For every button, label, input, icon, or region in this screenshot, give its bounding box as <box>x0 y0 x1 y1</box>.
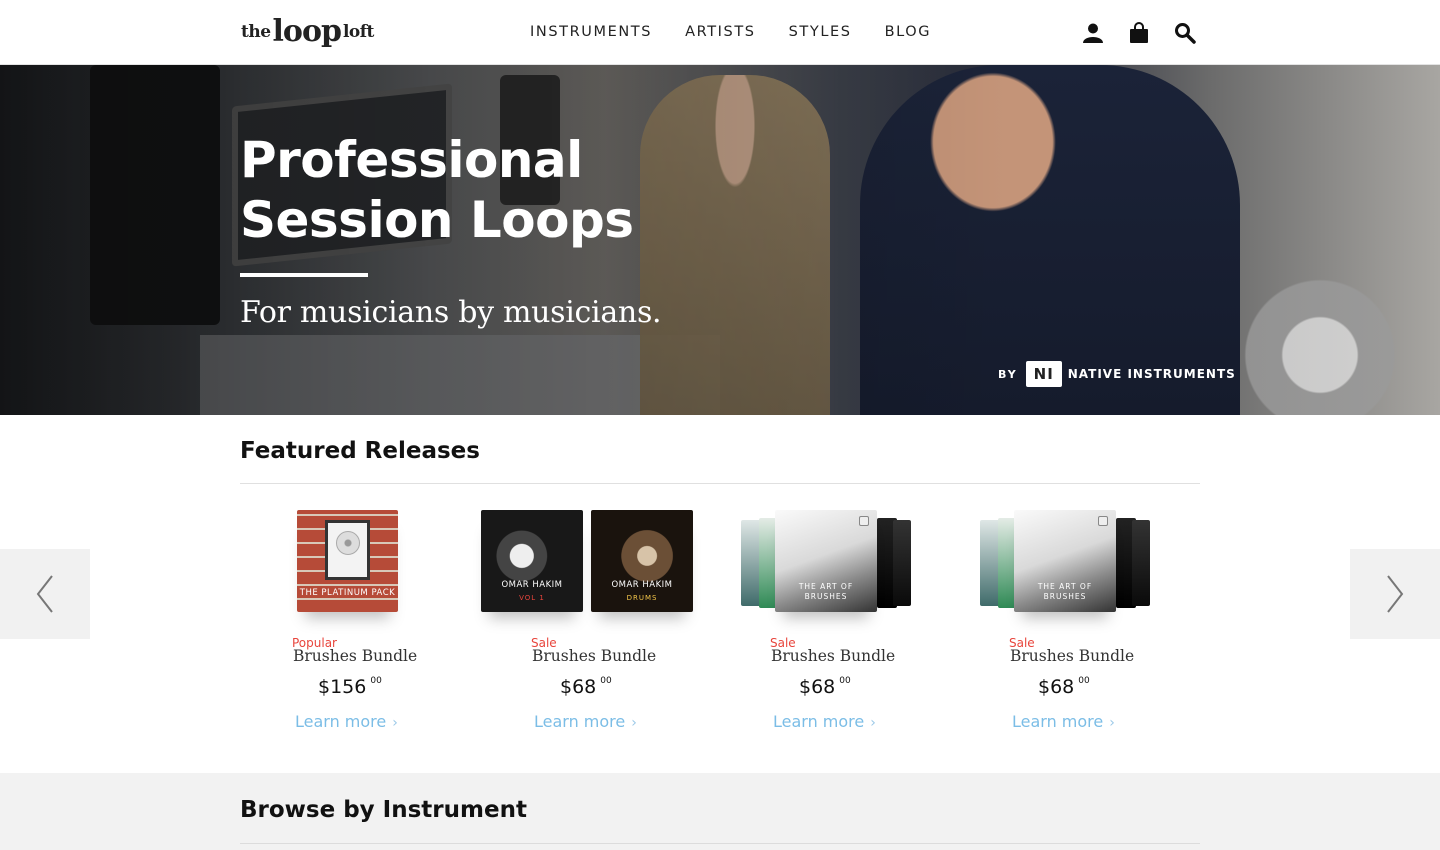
product-image[interactable]: THE PLATINUM PACK <box>297 510 398 612</box>
nav-styles[interactable]: STYLES <box>789 24 852 40</box>
logo-loop: loop <box>272 13 342 49</box>
cart-icon[interactable] <box>1128 22 1150 44</box>
learn-more-link[interactable]: Learn more › <box>534 712 637 731</box>
product-price: $68 00 <box>799 675 851 698</box>
badge-icon <box>1098 516 1108 526</box>
product-name[interactable]: Brushes Bundle <box>293 647 417 665</box>
record-icon <box>336 531 360 555</box>
product-name[interactable]: Brushes Bundle <box>771 647 895 665</box>
product-image-2[interactable]: OMAR HAKIM DRUMS <box>591 510 693 612</box>
featured-divider <box>240 483 1200 484</box>
logo-the: the <box>241 22 271 42</box>
product-name[interactable]: Brushes Bundle <box>1010 647 1134 665</box>
chevron-right-icon <box>1387 575 1404 613</box>
nav-artists[interactable]: ARTISTS <box>685 24 756 40</box>
chevron-right-icon: › <box>870 715 876 731</box>
product-price: $68 00 <box>560 675 612 698</box>
search-icon[interactable] <box>1174 22 1196 44</box>
learn-more-link[interactable]: Learn more › <box>773 712 876 731</box>
product-price: $156 00 <box>318 675 382 698</box>
account-icon[interactable] <box>1082 22 1104 44</box>
nav-blog[interactable]: BLOG <box>885 24 932 40</box>
learn-more-link[interactable]: Learn more › <box>1012 712 1115 731</box>
site-header: the loop loft INSTRUMENTS ARTISTS STYLES… <box>0 0 1440 65</box>
hero-banner: Professional Session Loops For musicians… <box>0 65 1440 415</box>
product-price: $68 00 <box>1038 675 1090 698</box>
ni-logo: NI <box>1025 361 1062 387</box>
hero-title: Professional Session Loops <box>240 131 634 249</box>
native-instruments-badge: BY NI NATIVE INSTRUMENTS <box>998 361 1236 387</box>
featured-title: Featured Releases <box>240 438 480 464</box>
product-image[interactable]: THE ART OF BRUSHES <box>741 510 911 612</box>
chevron-right-icon: › <box>631 715 637 731</box>
browse-divider <box>240 843 1200 844</box>
learn-more-link[interactable]: Learn more › <box>295 712 398 731</box>
hero-subtitle: For musicians by musicians. <box>240 295 662 330</box>
chevron-right-icon: › <box>1109 715 1115 731</box>
chevron-right-icon: › <box>392 715 398 731</box>
browse-section: Browse by Instrument <box>0 773 1440 850</box>
main-nav: INSTRUMENTS ARTISTS STYLES BLOG <box>530 24 931 40</box>
product-name[interactable]: Brushes Bundle <box>532 647 656 665</box>
badge-icon <box>859 516 869 526</box>
logo[interactable]: the loop loft <box>241 13 374 49</box>
logo-loft: loft <box>342 22 374 42</box>
product-image[interactable]: OMAR HAKIM VOL 1 <box>481 510 583 612</box>
hero-divider <box>240 273 368 277</box>
chevron-left-icon <box>36 575 53 613</box>
browse-title: Browse by Instrument <box>240 797 527 823</box>
nav-instruments[interactable]: INSTRUMENTS <box>530 24 652 40</box>
product-image[interactable]: THE ART OF BRUSHES <box>980 510 1150 612</box>
carousel-prev-button[interactable] <box>0 549 90 639</box>
carousel-next-button[interactable] <box>1350 549 1440 639</box>
